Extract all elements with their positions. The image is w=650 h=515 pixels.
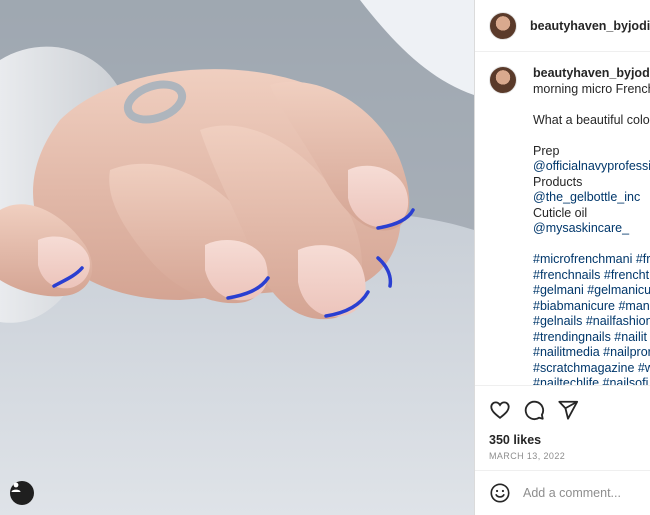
nail-photo-illustration — [0, 0, 474, 515]
caption-area: beautyhaven_byjodie morning micro French… — [475, 52, 650, 385]
hashtag-link[interactable]: #nailtechlife #nailsofi — [533, 376, 650, 385]
emoji-icon[interactable] — [489, 482, 511, 504]
action-icons — [489, 398, 637, 422]
mention-link[interactable]: @mysaskincare_ — [533, 221, 650, 237]
post-actions: 350 likes MARCH 13, 2022 — [475, 385, 650, 470]
caption-line: Cuticle oil — [533, 205, 588, 220]
hashtag-link[interactable]: #microfrenchmani #fr — [533, 252, 650, 268]
likes-count[interactable]: 350 likes — [489, 433, 637, 447]
comment-icon[interactable] — [523, 399, 545, 421]
post-header: beautyhaven_byjodie — [475, 0, 650, 52]
hashtag-link[interactable]: #biabmanicure #mani — [533, 299, 650, 315]
caption-username[interactable]: beautyhaven_byjodie — [533, 66, 650, 82]
user-tag-icon — [11, 482, 21, 492]
comment-input[interactable] — [523, 486, 643, 500]
tagged-users-button[interactable] — [10, 481, 34, 505]
mention-link[interactable]: @the_gelbottle_inc — [533, 190, 650, 206]
hashtag-link[interactable]: #scratchmagazine #w — [533, 361, 650, 377]
paper-plane-icon[interactable] — [557, 399, 579, 421]
caption-line: What a beautiful colo — [533, 112, 650, 127]
post-photo — [0, 0, 474, 515]
caption-line: morning micro French — [533, 81, 650, 96]
post-date: MARCH 13, 2022 — [489, 451, 566, 461]
avatar[interactable] — [489, 11, 517, 40]
hashtag-link[interactable]: #gelnails #nailfashion — [533, 314, 650, 330]
mention-link[interactable]: @officialnavyprofessi — [533, 159, 650, 175]
header-username[interactable]: beautyhaven_byjodie — [530, 19, 650, 33]
caption-avatar[interactable] — [489, 66, 517, 94]
caption-line: Prep — [533, 143, 560, 158]
heart-icon[interactable] — [489, 399, 511, 421]
caption-line: Products — [533, 174, 583, 189]
post-side-panel: beautyhaven_byjodie beautyhaven_byjodie … — [474, 0, 650, 515]
hashtag-link[interactable]: #nailitmedia #nailpror — [533, 345, 650, 361]
hashtag-link[interactable]: #gelmani #gelmanicu — [533, 283, 650, 299]
hashtag-link[interactable]: #frenchnails #frencht — [533, 268, 650, 284]
comment-bar — [475, 470, 650, 515]
caption-text: beautyhaven_byjodie morning micro French… — [533, 66, 650, 385]
hashtag-link[interactable]: #trendingnails #nailit — [533, 330, 650, 346]
